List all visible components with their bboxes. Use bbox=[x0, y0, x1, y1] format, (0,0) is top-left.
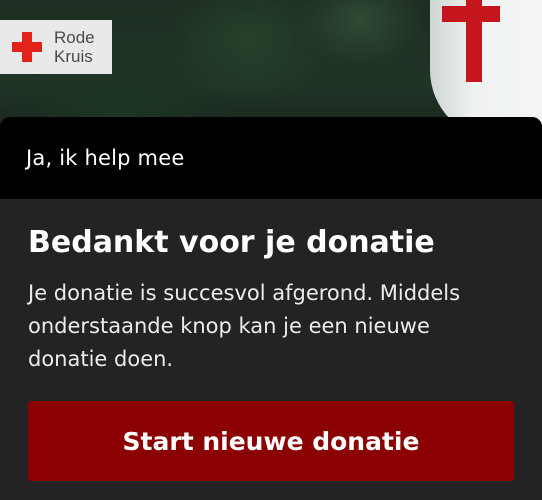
card-header: Ja, ik help mee bbox=[0, 117, 542, 199]
red-cross-emblem-horizontal bbox=[442, 6, 500, 22]
red-cross-icon bbox=[10, 30, 44, 64]
card-body: Bedankt voor je donatie Je donatie is su… bbox=[0, 199, 542, 481]
logo-line-2: Kruis bbox=[54, 47, 93, 66]
thank-you-title: Bedankt voor je donatie bbox=[28, 225, 435, 260]
logo-line-1: Rode bbox=[54, 28, 95, 47]
donation-card: Ja, ik help mee Bedankt voor je donatie … bbox=[0, 117, 542, 500]
rode-kruis-logo[interactable]: Rode Kruis bbox=[0, 20, 112, 74]
donation-page: Rode Kruis Ja, ik help mee Bedankt voor … bbox=[0, 0, 542, 500]
card-header-title: Ja, ik help mee bbox=[26, 146, 185, 170]
success-message: Je donatie is succesvol afgerond. Middel… bbox=[28, 281, 461, 371]
logo-text: Rode Kruis bbox=[54, 28, 95, 66]
start-new-donation-button[interactable]: Start nieuwe donatie bbox=[28, 401, 514, 481]
